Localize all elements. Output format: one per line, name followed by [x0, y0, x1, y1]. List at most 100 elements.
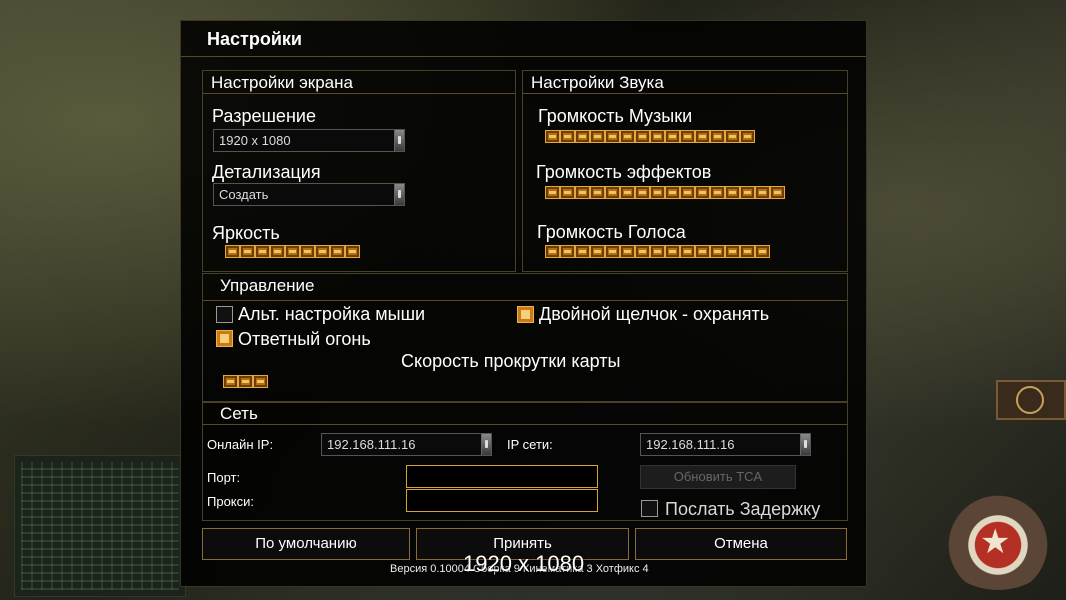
slider-segment — [710, 186, 725, 199]
proxy-input[interactable] — [406, 489, 598, 512]
slider-segment — [300, 245, 315, 258]
slider-segment — [725, 186, 740, 199]
slider-segment — [270, 245, 285, 258]
slider-segment — [590, 130, 605, 143]
slider-segment — [545, 130, 560, 143]
slider-segment — [575, 186, 590, 199]
dropdown-arrow-icon[interactable] — [800, 434, 810, 455]
slider-segment — [620, 186, 635, 199]
dropdown-arrow-icon[interactable] — [394, 130, 404, 151]
slider-segment — [725, 245, 740, 258]
slider-segment — [620, 130, 635, 143]
background-minimap-panel — [14, 455, 186, 597]
slider-segment — [560, 186, 575, 199]
return-fire-checkbox[interactable] — [216, 330, 233, 347]
online-ip-label: Онлайн IP: — [207, 437, 274, 452]
online-ip-dropdown[interactable]: 192.168.111.16 — [321, 433, 492, 456]
slider-segment — [605, 186, 620, 199]
resolution-dropdown[interactable]: 1920 x 1080 — [213, 129, 405, 152]
slider-segment — [680, 130, 695, 143]
alt-mouse-label: Альт. настройка мыши — [238, 304, 426, 324]
slider-segment — [605, 245, 620, 258]
slider-segment — [665, 245, 680, 258]
send-delay-checkbox[interactable] — [641, 500, 658, 517]
effects-volume-slider[interactable] — [545, 186, 785, 199]
slider-segment — [590, 245, 605, 258]
slider-segment — [635, 130, 650, 143]
slider-segment — [665, 130, 680, 143]
slider-segment — [635, 245, 650, 258]
update-tca-button[interactable]: Обновить TCA — [640, 465, 796, 489]
controls-title: Управление — [220, 276, 315, 295]
dialog-title: Настройки — [207, 29, 302, 49]
cancel-button[interactable]: Отмена — [635, 528, 847, 560]
slider-segment — [315, 245, 330, 258]
slider-segment — [253, 375, 268, 388]
voice-volume-slider[interactable] — [545, 245, 770, 258]
slider-segment — [285, 245, 300, 258]
sound-settings-title: Настройки Звука — [531, 73, 664, 92]
default-button[interactable]: По умолчанию — [202, 528, 410, 560]
dropdown-arrow-icon[interactable] — [481, 434, 491, 455]
resolution-overlay-text: 1920 x 1080 — [463, 551, 585, 576]
detail-value: Создать — [219, 187, 269, 202]
faction-emblem-icon: ★ — [938, 490, 1058, 590]
slider-segment — [755, 186, 770, 199]
double-click-guard-checkbox[interactable] — [517, 306, 534, 323]
slider-segment — [238, 375, 253, 388]
online-ip-value: 192.168.111.16 — [327, 437, 416, 452]
slider-segment — [560, 245, 575, 258]
voice-volume-label: Громкость Голоса — [537, 222, 686, 242]
slider-segment — [590, 186, 605, 199]
slider-segment — [545, 186, 560, 199]
slider-segment — [665, 186, 680, 199]
music-volume-label: Громкость Музыки — [538, 106, 693, 126]
network-title: Сеть — [220, 404, 258, 423]
slider-segment — [755, 245, 770, 258]
scroll-speed-label: Скорость прокрутки карты — [401, 351, 621, 371]
slider-segment — [635, 186, 650, 199]
slider-segment — [740, 130, 755, 143]
resolution-value: 1920 x 1080 — [219, 133, 291, 148]
slider-segment — [680, 186, 695, 199]
slider-segment — [330, 245, 345, 258]
crosshair-icon — [1016, 386, 1044, 414]
slider-segment — [225, 245, 240, 258]
slider-segment — [240, 245, 255, 258]
effects-volume-label: Громкость эффектов — [536, 162, 712, 182]
music-volume-slider[interactable] — [545, 130, 755, 143]
slider-segment — [695, 186, 710, 199]
slider-segment — [695, 130, 710, 143]
settings-dialog: Настройки Настройки экрана Разрешение 19… — [180, 20, 867, 587]
slider-segment — [770, 186, 785, 199]
network-header: Сеть — [203, 402, 847, 425]
port-input[interactable] — [406, 465, 598, 488]
lan-ip-value: 192.168.111.16 — [646, 437, 735, 452]
slider-segment — [650, 130, 665, 143]
slider-segment — [680, 245, 695, 258]
slider-segment — [345, 245, 360, 258]
slider-segment — [710, 130, 725, 143]
slider-segment — [605, 130, 620, 143]
dialog-titlebar: Настройки — [181, 21, 866, 57]
slider-segment — [650, 245, 665, 258]
slider-segment — [575, 245, 590, 258]
brightness-slider[interactable] — [225, 245, 360, 258]
slider-segment — [710, 245, 725, 258]
alt-mouse-checkbox[interactable] — [216, 306, 233, 323]
slider-segment — [740, 186, 755, 199]
scroll-speed-slider[interactable] — [223, 375, 268, 388]
dropdown-arrow-icon[interactable] — [394, 184, 404, 205]
proxy-label: Прокси: — [207, 494, 255, 509]
send-delay-label: Послать Задержку — [665, 499, 821, 519]
slider-segment — [545, 245, 560, 258]
lan-ip-label: IP сети: — [507, 437, 553, 452]
sound-settings-header: Настройки Звука — [523, 71, 847, 94]
slider-segment — [223, 375, 238, 388]
lan-ip-dropdown[interactable]: 192.168.111.16 — [640, 433, 811, 456]
slider-segment — [695, 245, 710, 258]
detail-dropdown[interactable]: Создать — [213, 183, 405, 206]
slider-segment — [740, 245, 755, 258]
slider-segment — [650, 186, 665, 199]
controls-header: Управление — [203, 274, 847, 301]
